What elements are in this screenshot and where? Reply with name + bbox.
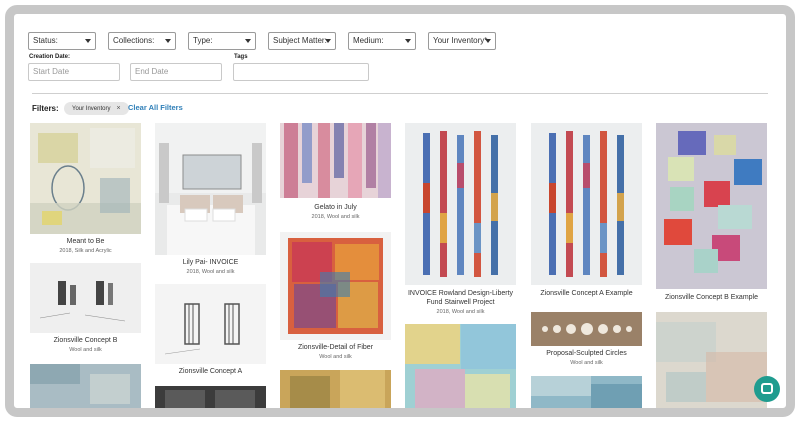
- artwork-thumbnail[interactable]: [405, 123, 516, 285]
- artwork-title[interactable]: Lily Pai- INVOICE: [155, 258, 266, 267]
- artwork-thumbnail[interactable]: [656, 312, 767, 408]
- inventory-page: Status: Collections: Type: Subject Matte…: [14, 14, 786, 408]
- chevron-down-icon: [325, 39, 331, 43]
- collections-select-label: Collections:: [113, 36, 155, 45]
- tags-input[interactable]: [233, 63, 369, 81]
- chat-bubble-icon: [761, 383, 773, 394]
- artwork-thumbnail[interactable]: [155, 123, 266, 255]
- creation-date-label: Creation Date:: [29, 54, 71, 60]
- artwork-thumbnail[interactable]: [280, 370, 391, 408]
- status-select-label: Status:: [33, 36, 58, 45]
- artwork-subtitle: 2018, Wool and silk: [436, 309, 485, 315]
- chevron-down-icon: [85, 39, 91, 43]
- artwork-thumbnail[interactable]: [656, 123, 767, 289]
- artwork-title[interactable]: Proposal-Sculpted Circles: [531, 349, 642, 358]
- tags-label: Tags: [234, 54, 248, 60]
- artwork-subtitle: Wool and silk: [69, 347, 102, 353]
- artwork-thumbnail[interactable]: [280, 123, 391, 198]
- chevron-down-icon: [165, 39, 171, 43]
- artwork-thumbnail[interactable]: [531, 376, 642, 408]
- artwork-subtitle: 2018, Wool and silk: [186, 269, 235, 275]
- artwork-thumbnail[interactable]: [30, 364, 141, 408]
- artwork-subtitle: Wool and silk: [319, 354, 352, 360]
- chevron-down-icon: [245, 39, 251, 43]
- chevron-down-icon: [405, 39, 411, 43]
- clear-all-filters-link[interactable]: Clear All Filters: [128, 103, 183, 112]
- artwork-thumbnail[interactable]: [30, 123, 141, 234]
- subject-matter-select[interactable]: Subject Matter:: [268, 32, 336, 50]
- artwork-title[interactable]: Zionsville Concept B Example: [656, 293, 767, 302]
- medium-select[interactable]: Medium:: [348, 32, 416, 50]
- filter-chip-label: Your Inventory: [72, 106, 111, 112]
- artwork-subtitle: 2018, Wool and silk: [311, 214, 360, 220]
- artwork-thumbnail[interactable]: [280, 232, 391, 340]
- artwork-subtitle: Wool and silk: [570, 360, 603, 366]
- artwork-thumbnail[interactable]: [155, 284, 266, 364]
- artwork-thumbnail[interactable]: [531, 123, 642, 285]
- artwork-title[interactable]: Zionsville Concept B: [30, 336, 141, 345]
- artwork-title[interactable]: Meant to Be: [30, 237, 141, 246]
- your-inventory-select[interactable]: Your Inventory*: [428, 32, 496, 50]
- type-select[interactable]: Type:: [188, 32, 256, 50]
- your-inventory-select-label: Your Inventory*: [433, 36, 488, 45]
- status-select[interactable]: Status:: [28, 32, 96, 50]
- medium-select-label: Medium:: [353, 36, 384, 45]
- artwork-title[interactable]: INVOICE Rowland Design-Liberty Fund Stai…: [405, 289, 516, 307]
- close-icon[interactable]: ×: [116, 105, 120, 112]
- artwork-title[interactable]: Gelato in July: [280, 203, 391, 212]
- subject-matter-select-label: Subject Matter:: [273, 36, 327, 45]
- artwork-thumbnail[interactable]: [405, 324, 516, 408]
- divider: [32, 93, 768, 94]
- end-date-input[interactable]: End Date: [130, 63, 222, 81]
- artwork-subtitle: 2018, Silk and Acrylic: [59, 248, 112, 254]
- chevron-down-icon: [485, 39, 491, 43]
- collections-select[interactable]: Collections:: [108, 32, 176, 50]
- artwork-thumbnail[interactable]: [531, 312, 642, 346]
- type-select-label: Type:: [193, 36, 213, 45]
- start-date-input[interactable]: Start Date: [28, 63, 120, 81]
- browser-frame: Status: Collections: Type: Subject Matte…: [5, 5, 795, 417]
- filters-label: Filters:: [32, 104, 59, 113]
- artwork-title[interactable]: Zionsville-Detail of Fiber: [280, 343, 391, 352]
- artwork-title[interactable]: Zionsville Concept A Example: [531, 289, 642, 298]
- artwork-title[interactable]: Zionsville Concept A: [155, 367, 266, 376]
- artwork-thumbnail[interactable]: [30, 263, 141, 333]
- filter-chip-your-inventory[interactable]: Your Inventory ×: [64, 102, 129, 115]
- artwork-thumbnail[interactable]: [155, 386, 266, 408]
- chat-button[interactable]: [754, 376, 780, 402]
